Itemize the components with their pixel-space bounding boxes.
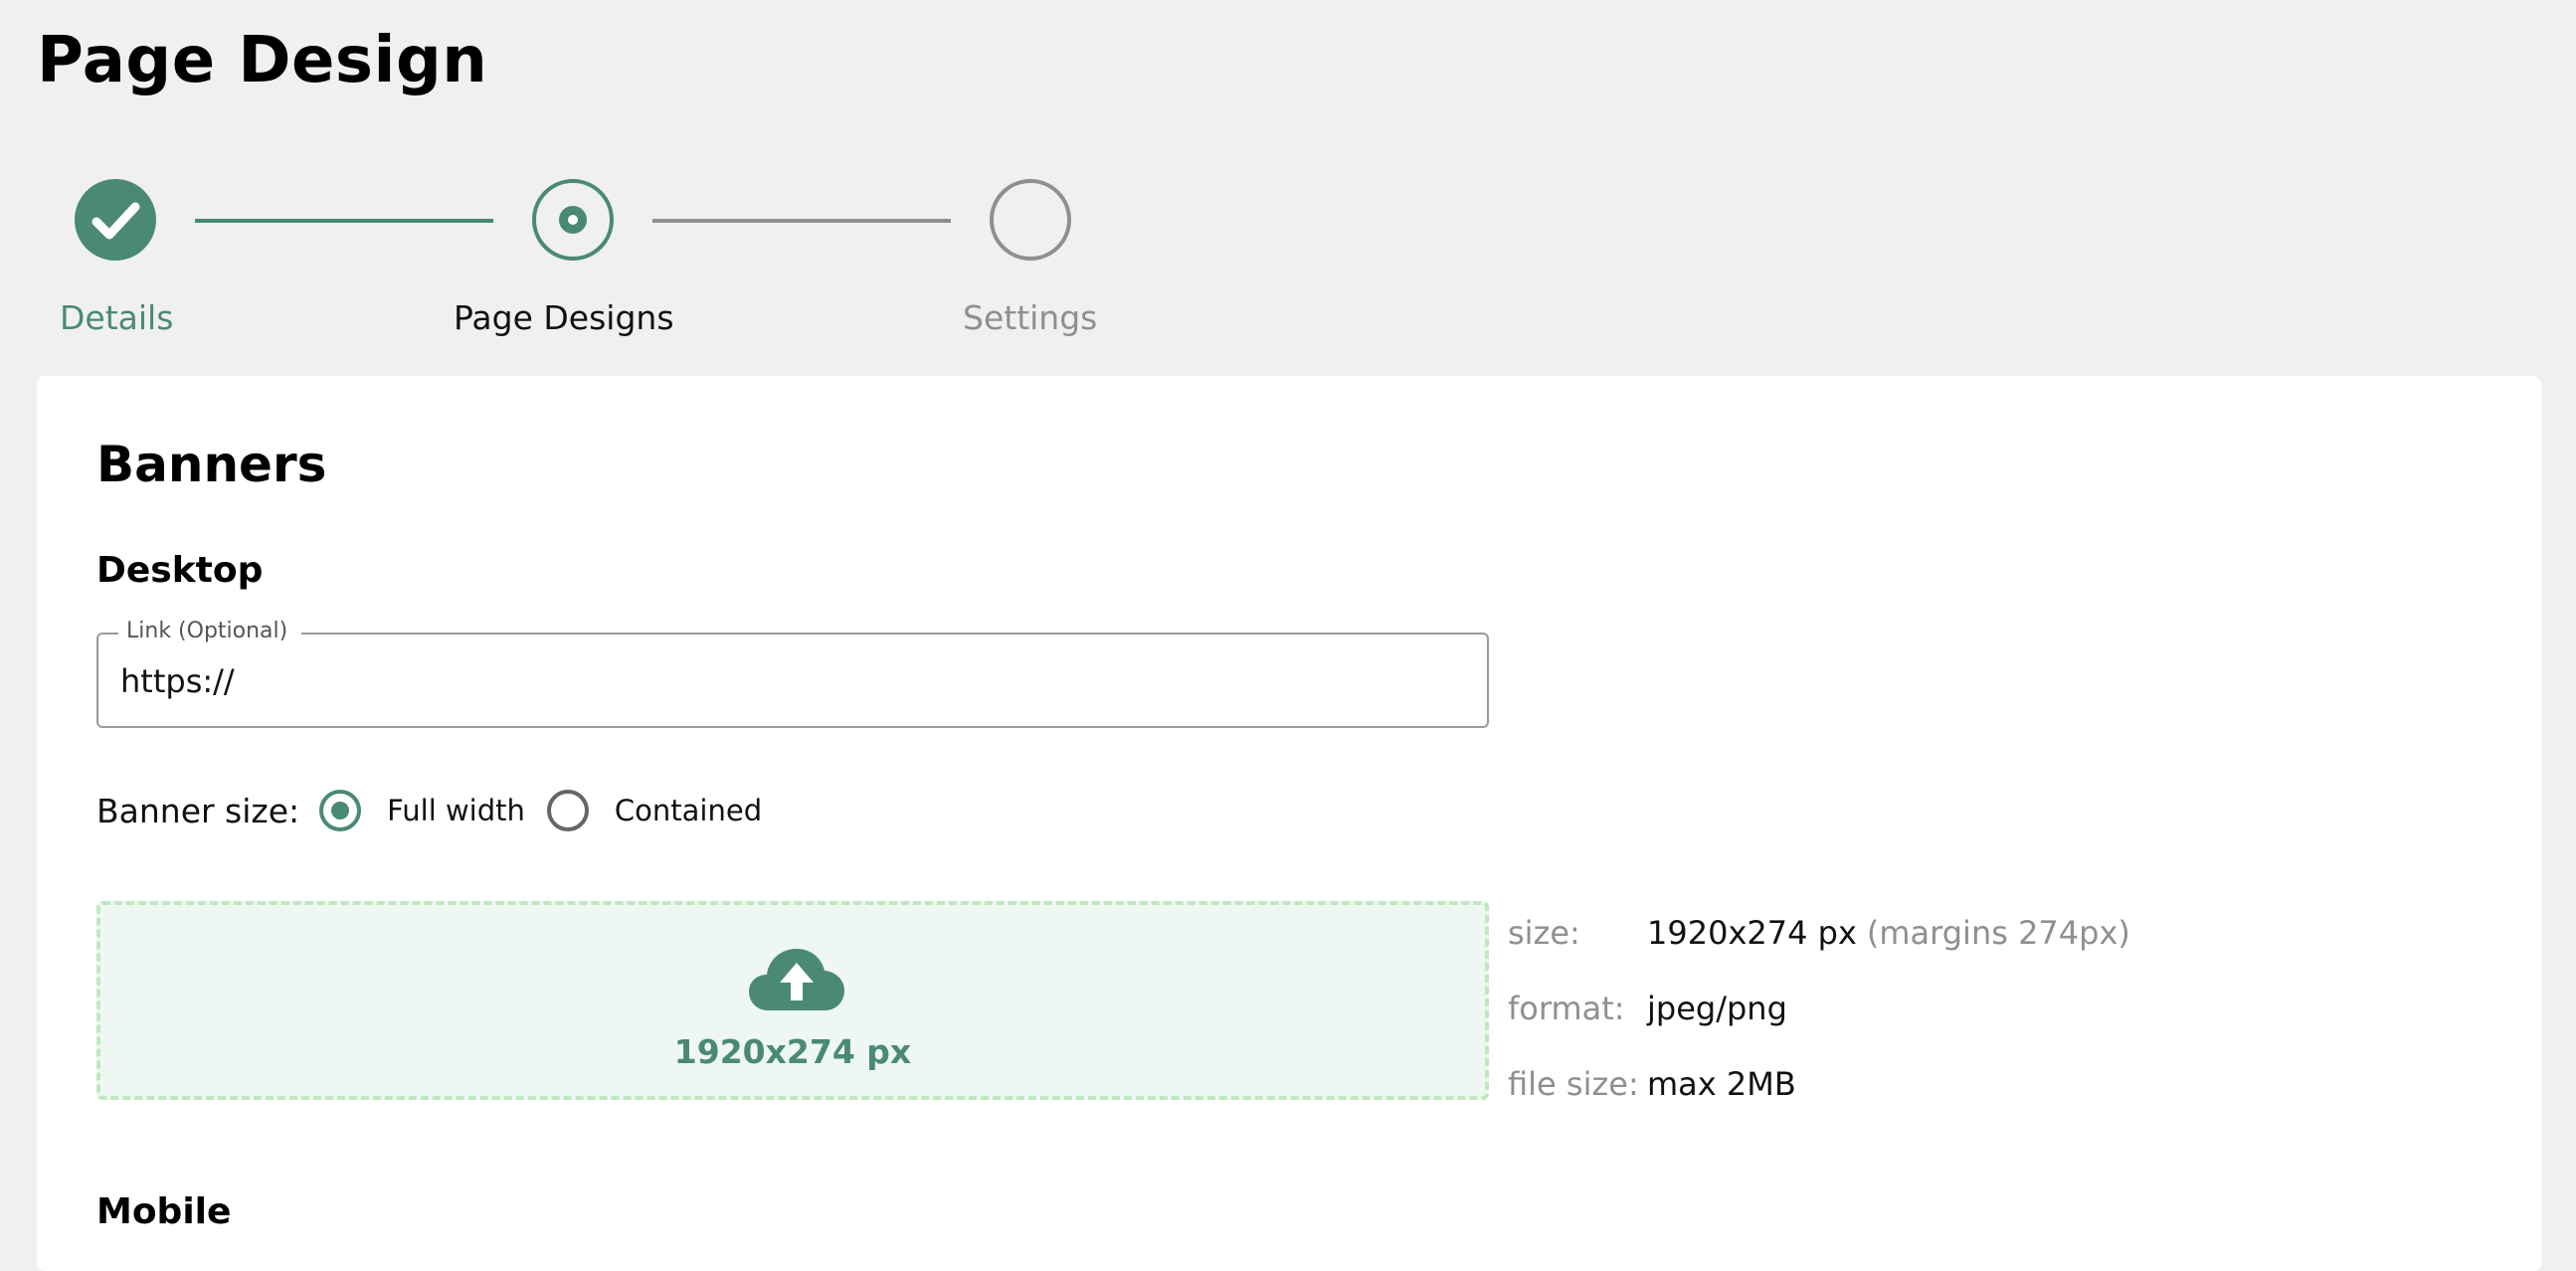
link-input[interactable] — [120, 656, 1453, 706]
cloud-upload-icon — [749, 949, 844, 1010]
banner-specs: size: 1920x274 px (margins 274px) format… — [1508, 895, 2130, 1122]
spec-filesize-value: max 2MB — [1647, 1065, 1796, 1103]
spec-format-key: format: — [1508, 990, 1625, 1027]
step-label-settings[interactable]: Settings — [963, 298, 1097, 337]
banners-title: Banners — [96, 436, 327, 493]
desktop-title: Desktop — [96, 550, 264, 591]
upload-size-text: 1920x274 px — [673, 1032, 912, 1071]
radio-full-width[interactable] — [319, 790, 362, 831]
step-connector-2 — [652, 219, 951, 223]
radio-contained[interactable] — [546, 790, 589, 831]
banner-size-label: Banner size: — [96, 791, 300, 830]
checkmark-icon — [92, 202, 140, 240]
stepper: Details Page Designs Settings — [0, 0, 1194, 358]
link-field-label: Link (Optional) — [118, 619, 302, 643]
spec-format-value: jpeg/png — [1647, 990, 1787, 1027]
desktop-banner-upload-zone[interactable]: 1920x274 px — [96, 901, 1489, 1100]
spec-size-row: size: 1920x274 px (margins 274px) — [1508, 895, 2130, 971]
banners-card: Banners Desktop Link (Optional) Banner s… — [37, 376, 2541, 1271]
spec-format-row: format: jpeg/png — [1508, 971, 2130, 1046]
active-step-dot-icon — [559, 206, 587, 234]
spec-size-note: (margins 274px) — [1866, 914, 2130, 952]
mobile-title: Mobile — [96, 1191, 232, 1232]
step-details-indicator[interactable] — [75, 179, 156, 261]
radio-contained-label[interactable]: Contained — [615, 794, 762, 827]
step-label-details[interactable]: Details — [60, 298, 173, 337]
banner-size-group: Banner size: Full width Contained — [96, 786, 784, 835]
spec-filesize-row: file size: max 2MB — [1508, 1046, 2130, 1122]
step-page-designs-indicator[interactable] — [532, 179, 614, 261]
step-label-page-designs[interactable]: Page Designs — [454, 298, 674, 337]
link-field: Link (Optional) — [96, 619, 1489, 728]
spec-filesize-key: file size: — [1508, 1065, 1639, 1103]
step-settings-indicator[interactable] — [990, 179, 1071, 261]
spec-size-value: 1920x274 px — [1647, 914, 1857, 952]
spec-size-key: size: — [1508, 914, 1580, 952]
step-connector-1 — [195, 219, 493, 223]
radio-full-width-label[interactable]: Full width — [387, 794, 525, 827]
